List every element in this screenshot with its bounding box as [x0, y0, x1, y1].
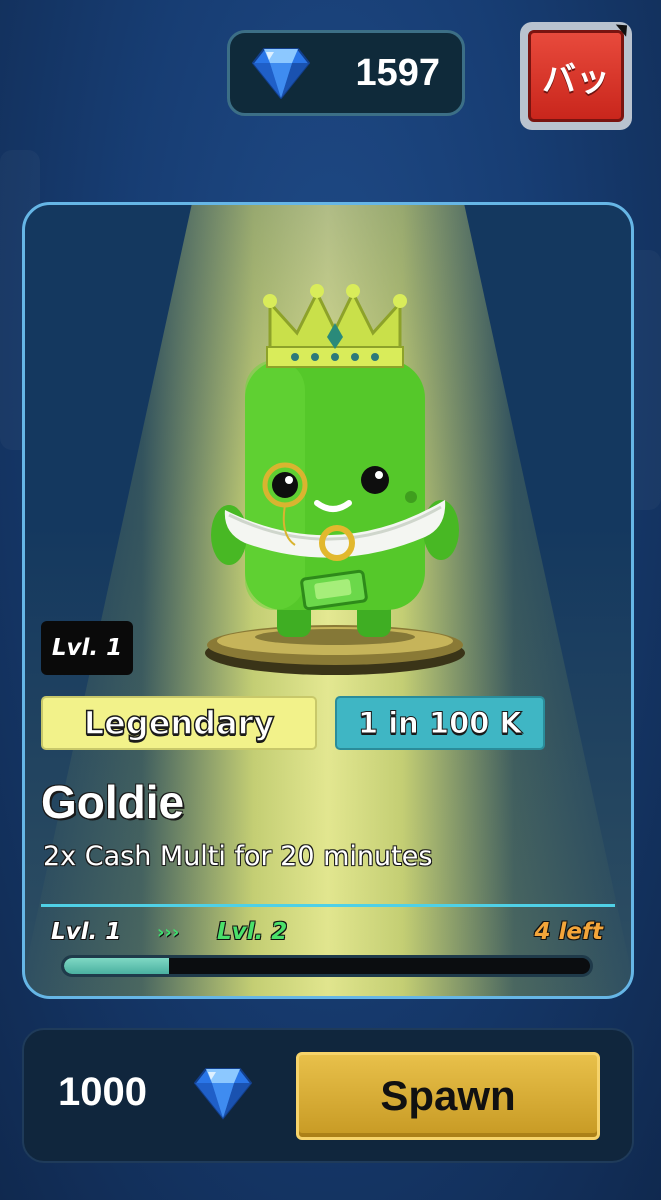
level-badge: Lvl. 1 — [41, 621, 133, 675]
close-button-label: バッ — [528, 30, 624, 122]
chevron-right-icon: ››› — [157, 922, 180, 943]
character-card: Lvl. 1 Legendary 1 in 100 K Goldie 2x Ca… — [22, 202, 634, 999]
remaining-count: 4 left — [534, 919, 604, 945]
character-name: Goldie — [41, 776, 185, 828]
level-progress-bar — [61, 955, 593, 977]
progress-fill — [64, 958, 170, 974]
divider — [41, 904, 615, 907]
goldie-character-image — [205, 284, 465, 675]
spawn-panel: 1000 Spawn — [22, 1028, 634, 1163]
diamond-gem-icon — [194, 1068, 252, 1120]
diamond-gem-icon — [252, 48, 310, 99]
gem-counter: 1597 — [227, 30, 465, 116]
chance-tag: 1 in 100 K — [335, 696, 545, 750]
character-description: 2x Cash Multi for 20 minutes — [43, 841, 433, 872]
close-button[interactable]: バッ — [520, 22, 632, 130]
spawn-button[interactable]: Spawn — [296, 1052, 600, 1140]
spawn-cost: 1000 — [58, 1070, 147, 1114]
level-progress-labels: Lvl. 1 ››› Lvl. 2 4 left — [51, 919, 603, 955]
rarity-tag: Legendary — [41, 696, 317, 750]
gem-count: 1597 — [355, 52, 440, 94]
current-level-label: Lvl. 1 — [51, 919, 122, 945]
next-level-label: Lvl. 2 — [217, 919, 288, 945]
